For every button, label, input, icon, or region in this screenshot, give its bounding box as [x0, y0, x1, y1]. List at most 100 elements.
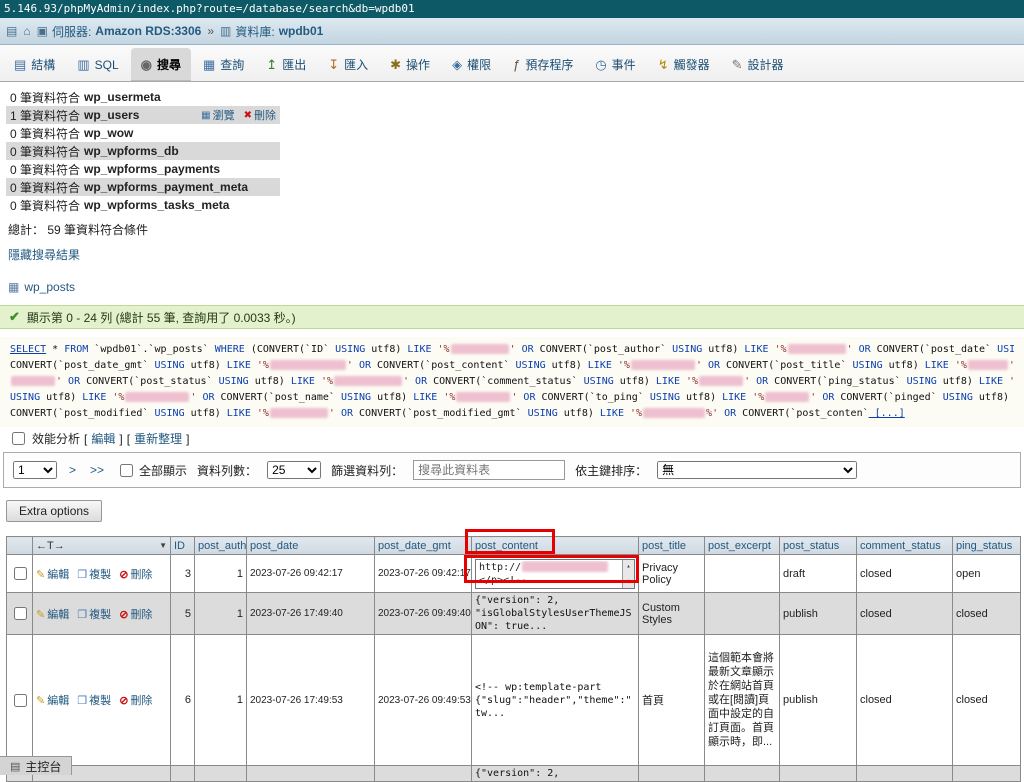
match-count: 1 筆資料符合 — [10, 108, 81, 123]
sql-text: '% — [768, 344, 787, 355]
rows-count-label: 資料列數： — [197, 463, 258, 478]
sql-text: CONVERT(`post_modified_gmt` — [353, 408, 528, 419]
row-copy-link[interactable]: ❐ 複製 — [77, 569, 111, 581]
cell-post-title — [638, 765, 705, 782]
browser-address-bar[interactable]: 5.146.93/phpMyAdmin/index.php?route=/dat… — [0, 0, 1024, 18]
column-header-post_date_gmt[interactable]: post_date_gmt — [374, 536, 472, 555]
match-table-name: wp_wpforms_db — [84, 144, 179, 158]
sql-text: CONVERT(`comment_status` — [427, 376, 584, 387]
sql-text: utf8) — [557, 408, 600, 419]
tab-routines[interactable]: ƒ 預存程序 — [503, 48, 583, 81]
column-header-ID[interactable]: ID — [170, 536, 195, 555]
browse-icon: ▦ — [201, 109, 211, 121]
sql-query-box: SELECT * FROM `wpdb01`.`wp_posts` WHERE … — [0, 337, 1024, 427]
column-header-post_content[interactable]: post_content — [471, 536, 639, 555]
editor-scrollbar[interactable]: ▴ ▾ — [622, 559, 634, 588]
wp-posts-table-link[interactable]: ▦ wp_posts — [8, 280, 75, 294]
cell-post-status: publish — [779, 592, 857, 635]
routines-icon: ƒ — [513, 57, 521, 72]
breadcrumb-server[interactable]: ▣ 伺服器: Amazon RDS:3306 — [37, 23, 202, 40]
tab-import[interactable]: ↧ 匯入 — [318, 48, 378, 81]
cell-post-date: 2023-07-26 17:49:40 — [246, 592, 375, 635]
column-header-post_date[interactable]: post_date — [246, 536, 375, 555]
cell-post-title: Custom Styles — [638, 592, 705, 635]
redacted-text — [787, 344, 846, 354]
row-copy-link[interactable]: ❐ 複製 — [77, 695, 111, 707]
sql-text: OR — [352, 360, 372, 371]
next-page-button[interactable]: > — [67, 463, 78, 477]
nav-panel-toggle-icon[interactable]: ▤ — [6, 24, 17, 38]
page-select[interactable]: 1 — [13, 461, 57, 479]
row-copy-link[interactable]: ❐ 複製 — [77, 609, 111, 621]
hide-search-results-link[interactable]: 隱藏搜尋結果 — [8, 246, 80, 263]
row-delete-link[interactable]: ⊘ 刪除 — [119, 695, 152, 707]
cell-post-content[interactable]: {"version": 2, — [471, 765, 639, 782]
column-header-post_title[interactable]: post_title — [638, 536, 705, 555]
row-delete-link[interactable]: ⊘ 刪除 — [119, 609, 152, 621]
tab-structure[interactable]: ▤ 結構 — [4, 48, 65, 81]
row-checkbox[interactable] — [14, 567, 27, 580]
tab-search[interactable]: ◉ 搜尋 — [130, 48, 191, 81]
tab-label: 觸發器 — [673, 58, 710, 72]
tab-operations[interactable]: ✱ 操作 — [380, 48, 440, 81]
header-options-cell[interactable]: ←T→ ▼ — [32, 536, 171, 555]
copy-label: 複製 — [89, 695, 112, 707]
column-header-post_status[interactable]: post_status — [779, 536, 857, 555]
sql-text: '% — [623, 408, 643, 419]
column-header-post_excerpt[interactable]: post_excerpt — [704, 536, 780, 555]
last-page-button[interactable]: >> — [88, 463, 106, 477]
extra-options-button[interactable]: Extra options — [6, 500, 103, 522]
tab-privileges[interactable]: ◈ 權限 — [442, 48, 501, 81]
cell-comment-status: closed — [856, 634, 953, 766]
tab-sql[interactable]: ▥ SQL — [67, 48, 128, 81]
scroll-up-icon[interactable]: ▴ — [626, 560, 630, 573]
delete-label: 刪除 — [130, 568, 153, 581]
sql-text: * — [46, 344, 65, 355]
home-icon[interactable]: ⌂ — [23, 24, 30, 38]
column-header-ping_status[interactable]: ping_status — [952, 536, 1021, 555]
row-checkbox[interactable] — [14, 693, 27, 707]
tab-export[interactable]: ↥ 匯出 — [256, 48, 316, 81]
show-all-checkbox[interactable] — [120, 463, 134, 477]
redacted-text — [125, 392, 190, 402]
refresh-link[interactable]: 重新整理 — [134, 430, 182, 447]
column-header-comment_status[interactable]: comment_status — [856, 536, 953, 555]
cell-post-content[interactable]: http://</p><!-- ▴ ▾ — [471, 554, 639, 593]
cell-post-status: draft — [779, 554, 857, 593]
tab-events[interactable]: ◷ 事件 — [585, 48, 645, 81]
table-row: ✎ 編輯 ❐ 複製 ⊘ 刪除 6 1 2023-07-26 17:49:53 2023… — [6, 634, 1021, 766]
column-header-post_author[interactable]: post_author — [194, 536, 247, 555]
redacted-text — [11, 376, 55, 386]
sql-text: OR — [852, 344, 871, 355]
console-toggle[interactable]: ▤ 主控台 — [0, 756, 73, 775]
browse-link[interactable]: ▦ 瀏覽 — [201, 107, 234, 123]
tab-triggers[interactable]: ↯ 觸發器 — [648, 48, 720, 81]
cell-post-excerpt — [704, 765, 780, 782]
scroll-down-icon[interactable]: ▾ — [626, 575, 630, 588]
inline-edit-link[interactable]: 編輯 — [91, 430, 115, 447]
rows-count-select[interactable]: 25 — [267, 461, 322, 479]
row-edit-link[interactable]: ✎ 編輯 — [36, 695, 69, 707]
cell-post-content[interactable]: {"version": 2, "isGlobalStylesUserThemeJ… — [471, 592, 639, 635]
row-edit-link[interactable]: ✎ 編輯 — [36, 569, 69, 581]
match-row: 1 筆資料符合 wp_users ▦ 瀏覽 ✖ 刪除 — [6, 106, 280, 124]
query-icon: ▦ — [202, 56, 216, 72]
row-edit-link[interactable]: ✎ 編輯 — [36, 609, 69, 621]
tab-designer[interactable]: ✎ 設計器 — [722, 48, 794, 81]
operations-icon: ✱ — [390, 56, 402, 72]
sort-key-select[interactable]: 無 — [657, 461, 858, 479]
delete-link[interactable]: ✖ 刪除 — [244, 107, 276, 123]
sql-text: OR — [62, 376, 81, 387]
sql-text: SELECT — [10, 344, 47, 355]
content-text: </p><!-- — [479, 574, 528, 586]
cell-comment-status — [856, 765, 953, 782]
sql-text: OR — [816, 392, 835, 403]
profiling-checkbox[interactable] — [12, 432, 25, 445]
cell-post-content[interactable]: <!-- wp:template-part {"slug":"header","… — [471, 634, 639, 766]
filter-rows-input[interactable] — [413, 460, 566, 480]
row-delete-link[interactable]: ⊘ 刪除 — [119, 569, 152, 581]
row-checkbox[interactable] — [14, 607, 27, 620]
breadcrumb-database[interactable]: ▥ 資料庫: wpdb01 — [220, 23, 323, 40]
post-content-inline-editor[interactable]: http://</p><!-- ▴ ▾ — [475, 558, 635, 589]
tab-query[interactable]: ▦ 查詢 — [193, 48, 254, 81]
